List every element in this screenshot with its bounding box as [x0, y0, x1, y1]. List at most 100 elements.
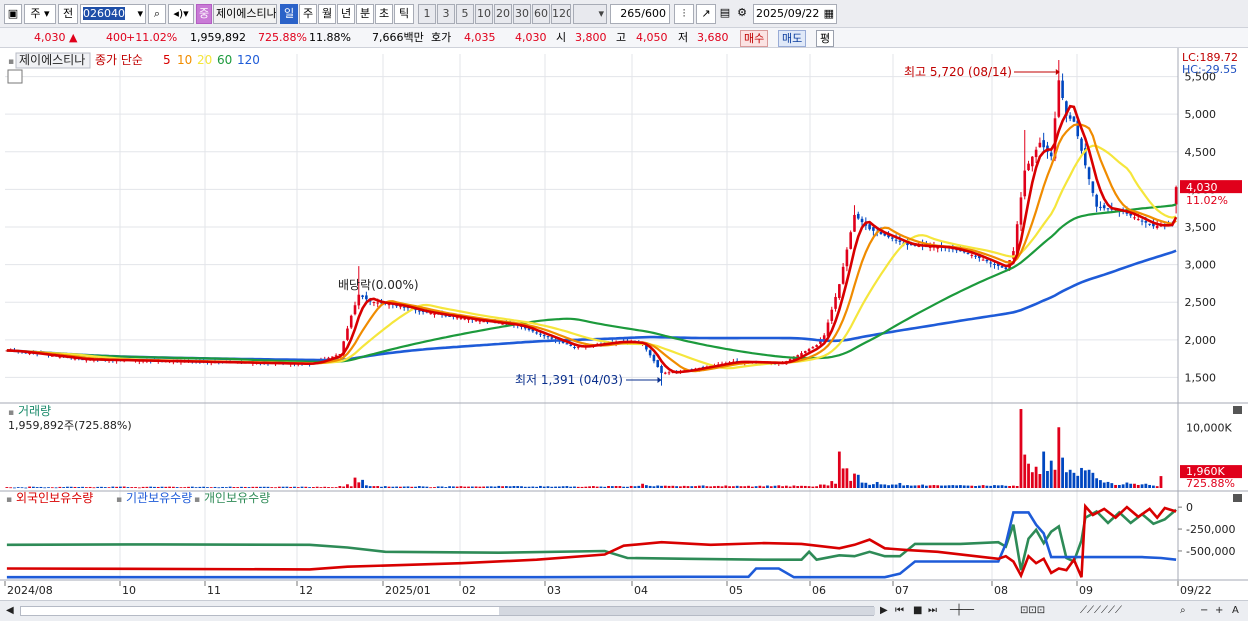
volume-bar: [516, 486, 520, 488]
volume-bar: [255, 486, 259, 488]
volume-bar: [493, 486, 497, 488]
volume-bar: [482, 486, 486, 488]
interval-60[interactable]: 60: [532, 4, 550, 24]
volume-bar: [675, 486, 679, 488]
last-page-icon[interactable]: ⏭: [928, 604, 937, 618]
period-tick[interactable]: 틱: [394, 4, 414, 24]
volume-bar: [546, 486, 550, 488]
horizontal-scrollbar[interactable]: [20, 606, 875, 616]
speaker-icon[interactable]: ◂)▾: [168, 4, 194, 24]
interval-120[interactable]: 120: [551, 4, 571, 24]
candle-body: [1042, 140, 1045, 148]
volume-bar: [962, 485, 966, 488]
candle-body: [1031, 156, 1034, 167]
volume-bar: [766, 485, 769, 488]
volume-bar: [156, 486, 160, 488]
candle-body: [349, 315, 353, 328]
volume-bar: [527, 486, 531, 488]
period-minute[interactable]: 분: [356, 4, 374, 24]
volume-bar: [137, 487, 141, 489]
volume-bar: [486, 486, 489, 488]
save-icon[interactable]: ▤: [718, 4, 732, 24]
volume-bar: [1046, 470, 1049, 488]
sell-button[interactable]: 매도: [778, 30, 807, 47]
volume-bar: [1110, 483, 1114, 488]
volume-bar: [160, 486, 164, 488]
overlay-icon[interactable]: ⊡⊡⊡: [1020, 604, 1045, 618]
scroll-right-icon[interactable]: ▶: [880, 604, 888, 618]
volume-bar: [819, 484, 822, 488]
interval-10[interactable]: 10: [475, 4, 493, 24]
chart-menu-icon[interactable]: ▣: [4, 4, 22, 24]
volume-bar: [970, 485, 974, 488]
scope-value: 전: [62, 7, 74, 20]
volume-bar: [77, 487, 81, 488]
volume-bar: [1144, 483, 1148, 488]
volume-bar: [24, 487, 28, 489]
buy-button[interactable]: 매수: [740, 30, 769, 47]
avg-price-button[interactable]: 평: [816, 30, 835, 47]
x-axis-tick-label: 09/22: [1180, 584, 1212, 597]
zoom-out-icon[interactable]: −: [1200, 604, 1208, 618]
indicator-icon[interactable]: ↗: [696, 4, 716, 24]
interval-1[interactable]: 1: [418, 4, 436, 24]
volume-bar: [1072, 472, 1076, 488]
candle-body: [1155, 225, 1159, 228]
stock-badge: 중: [196, 4, 212, 24]
volume-bar: [993, 485, 996, 488]
count-input[interactable]: 265/600: [610, 4, 670, 24]
period-week[interactable]: 주: [299, 4, 317, 24]
scroll-left-icon[interactable]: ◀: [6, 604, 14, 618]
volume-bar: [1027, 463, 1030, 488]
candle-body: [845, 249, 849, 267]
search-icon[interactable]: ⌕: [148, 4, 166, 24]
candle-body: [1072, 116, 1076, 122]
period-second[interactable]: 초: [375, 4, 393, 24]
interval-5[interactable]: 5: [456, 4, 474, 24]
code-dropdown-icon[interactable]: ▾: [137, 5, 145, 23]
period-year[interactable]: 년: [337, 4, 355, 24]
volume-bar: [868, 484, 872, 488]
draw-tools-icon[interactable]: ⟋⟋⟋⟋⟋⟋: [1080, 604, 1122, 618]
date-input[interactable]: 2025/09/22 ▦: [753, 4, 837, 24]
scope-select[interactable]: 전: [58, 4, 78, 24]
stop-icon[interactable]: ■: [913, 604, 922, 618]
market-select[interactable]: 주 ▾: [24, 4, 56, 24]
volume-bar: [213, 486, 217, 488]
interval-20[interactable]: 20: [494, 4, 512, 24]
interval-3[interactable]: 3: [437, 4, 455, 24]
volume-bar: [168, 486, 171, 488]
volume-bar: [202, 486, 206, 488]
stock-name[interactable]: 제이에스티나: [213, 4, 277, 24]
zoom-slider[interactable]: ─┼──: [950, 604, 974, 618]
quote-price: 4,030 ▲: [34, 31, 78, 44]
price-chart: 1,5002,0002,5003,0003,5004,0004,5005,000…: [0, 48, 1248, 600]
volume-bar: [758, 485, 762, 488]
candle-body: [1057, 80, 1061, 117]
calendar-icon[interactable]: ▦: [824, 5, 836, 23]
settings-icon[interactable]: ⚙: [734, 4, 750, 24]
code-input[interactable]: 026040 ▾: [80, 4, 146, 24]
volume-bar: [236, 487, 240, 488]
scrollbar-thumb[interactable]: [499, 607, 875, 615]
zoom-icon[interactable]: ⌕: [1180, 604, 1186, 618]
holdings-axis-tick-label: 0: [1186, 501, 1193, 514]
volume-bar: [346, 484, 349, 488]
interval-custom-input[interactable]: ▾: [573, 4, 607, 24]
candle-type-icon[interactable]: ⫶: [674, 4, 694, 24]
volume-bar: [20, 487, 24, 489]
first-page-icon[interactable]: ⏮: [895, 604, 904, 618]
period-month[interactable]: 월: [318, 4, 336, 24]
interval-30[interactable]: 30: [513, 4, 531, 24]
period-day[interactable]: 일: [280, 4, 298, 24]
font-size-icon[interactable]: A: [1232, 604, 1239, 618]
candle-body: [830, 309, 834, 321]
volume-bar: [164, 486, 168, 488]
quote-bid: 4,030: [515, 31, 547, 44]
price-axis-tick-label: 4,500: [1185, 146, 1217, 159]
volume-bar: [599, 486, 603, 488]
zoom-in-icon[interactable]: +: [1215, 604, 1223, 618]
volume-bar: [584, 486, 588, 488]
candle-body: [894, 239, 898, 241]
volume-bar: [535, 486, 539, 488]
